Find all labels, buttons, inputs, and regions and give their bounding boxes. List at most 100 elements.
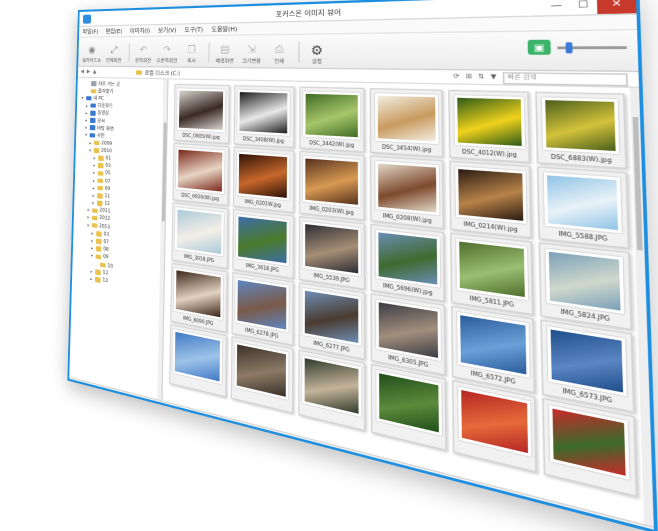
photo-thumbnail[interactable] <box>303 221 361 276</box>
close-button[interactable]: ✕ <box>597 0 637 14</box>
photo-thumbnail[interactable] <box>375 93 438 144</box>
minimize-button[interactable]: — <box>543 0 570 15</box>
thumbnail-item[interactable]: IMG_0201W.jpg <box>233 147 294 213</box>
thumbnail-item[interactable]: IMG_5588.JPG <box>537 166 629 249</box>
folder-icon <box>91 89 97 94</box>
photo-thumbnail[interactable] <box>303 91 360 139</box>
forward-icon[interactable]: ▶ <box>87 69 91 75</box>
toolbar-button[interactable]: ⎙인쇄 <box>266 44 292 65</box>
tree-item-label: 09 <box>105 186 111 192</box>
photo-thumbnail[interactable] <box>302 288 361 346</box>
menu-item[interactable]: 보기(V) <box>158 26 176 35</box>
photo-thumbnail[interactable] <box>458 387 531 457</box>
maximize-button[interactable]: ☐ <box>569 0 597 15</box>
thumbnail-item[interactable]: IMG_6572.JPG <box>451 306 535 394</box>
tree-item-label: 2010 <box>101 148 112 154</box>
thumbnail-item[interactable]: IMG_6090.JPG <box>170 263 227 333</box>
thumbnail-item[interactable]: DSC_6883(W).jpg <box>535 92 627 170</box>
photo-thumbnail[interactable] <box>375 161 439 216</box>
thumbnail-size-slider[interactable] <box>557 45 627 48</box>
rotate-right-icon: ↷ <box>162 45 172 56</box>
toolbar-button[interactable]: ⤢전체화면 <box>103 45 124 64</box>
thumbnail-item[interactable]: IMG_3018.JPG <box>171 202 228 269</box>
thumbnail-item[interactable] <box>542 398 637 498</box>
photo-thumbnail[interactable] <box>235 277 289 332</box>
thumbnail-item[interactable]: IMG_5696(W).jpg <box>371 224 446 302</box>
thumbnail-item[interactable]: DSC_0905(W).jpg <box>174 84 230 144</box>
photo-thumbnail[interactable] <box>302 355 361 417</box>
thumbnail-item[interactable]: IMG_0214(W).jpg <box>450 161 532 239</box>
back-icon[interactable]: ◀ <box>81 69 85 75</box>
thumbnail-item[interactable] <box>169 324 227 398</box>
photo-thumbnail[interactable] <box>174 268 223 320</box>
thumbnail-item[interactable]: IMG_6277.JPG <box>298 282 366 360</box>
thumbnail-item[interactable]: IMG_3618.JPG <box>232 209 294 279</box>
menu-item[interactable]: 도구(T) <box>184 25 203 34</box>
thumbnail-item[interactable] <box>371 364 447 451</box>
menu-item[interactable]: 도움말(H) <box>211 24 237 33</box>
menu-item[interactable]: 이미지(I) <box>130 26 151 35</box>
photo-thumbnail[interactable] <box>454 95 525 149</box>
thumbnail-item[interactable]: IMG_5824.JPG <box>539 242 632 330</box>
photo-thumbnail[interactable] <box>545 248 625 314</box>
photo-thumbnail[interactable] <box>237 90 290 136</box>
photo-thumbnail[interactable] <box>543 172 623 233</box>
toolbar-button[interactable]: ⇲크기변환 <box>239 44 264 65</box>
thumbnail-item[interactable]: DSC_3454(W).jpg <box>370 88 443 158</box>
thumbnail-item[interactable] <box>452 380 537 473</box>
grid-scroll-thumb[interactable] <box>633 117 643 251</box>
folder-icon <box>92 208 98 213</box>
menu-item[interactable]: 파일(F) <box>83 27 99 35</box>
thumbnail-item[interactable]: IMG_5811.JPG <box>451 233 534 316</box>
drive-icon <box>136 70 142 74</box>
toolbar-button[interactable]: ◉슬라이드쇼 <box>82 46 102 64</box>
photo-thumbnail[interactable] <box>548 405 630 480</box>
toolbar-button[interactable]: ❐복사 <box>180 45 203 65</box>
photo-thumbnail[interactable] <box>376 299 441 361</box>
photo-thumbnail[interactable] <box>455 166 526 224</box>
thumbnail-item[interactable]: DSC_4012(W).jpg <box>449 90 531 163</box>
tree-item-label: 03 <box>105 164 110 170</box>
thumbnail-item[interactable]: IMG_0203(W).jpg <box>299 151 366 221</box>
thumbnail-size-icon[interactable]: ▣ <box>528 40 551 55</box>
toolbar-button[interactable]: ⚙설정 <box>303 44 330 66</box>
thumbnail-item[interactable]: DSC_3408(W).jpg <box>233 85 294 148</box>
thumbnail-item[interactable] <box>298 349 366 431</box>
filter-icon[interactable]: ▼ <box>491 73 497 81</box>
thumbnail-item[interactable]: IMG_5539.JPG <box>298 216 365 290</box>
refresh-icon[interactable]: ⟳ <box>453 73 459 81</box>
toolbar-button[interactable]: ↶왼쪽회전 <box>132 45 154 64</box>
thumbnail-item[interactable] <box>231 336 293 414</box>
photo-thumbnail[interactable] <box>177 88 225 132</box>
photo-thumbnail[interactable] <box>235 342 289 400</box>
folder-icon <box>96 246 102 252</box>
photo-thumbnail[interactable] <box>237 151 290 200</box>
photo-thumbnail[interactable] <box>457 312 529 378</box>
photo-thumbnail[interactable] <box>173 329 223 384</box>
photo-thumbnail[interactable] <box>547 326 628 396</box>
photo-thumbnail[interactable] <box>376 370 441 436</box>
folder-tree: 자주 가는 곳즐겨찾기▾내 PC▸다운로드▸동영상▸문서▸바탕 화면▾사진▸20… <box>69 78 168 401</box>
photo-thumbnail[interactable] <box>176 147 225 194</box>
folder-icon <box>92 223 98 228</box>
toolbar-button[interactable]: ↷오른쪽회전 <box>156 45 179 64</box>
thumbnail-item[interactable]: DSC_3442(W).jpg <box>299 87 365 153</box>
photo-thumbnail[interactable] <box>376 230 440 288</box>
thumbnail-item[interactable]: IMG_6305.JPG <box>371 293 446 376</box>
menu-item[interactable]: 편집(E) <box>106 27 123 35</box>
sort-icon[interactable]: ⇅ <box>478 73 485 81</box>
thumbnail-item[interactable]: IMG_6573.JPG <box>541 319 635 413</box>
photo-thumbnail[interactable] <box>541 97 620 154</box>
thumbnail-item[interactable]: DSC_6926(W).jpg <box>172 143 228 206</box>
photo-thumbnail[interactable] <box>175 207 224 257</box>
up-icon[interactable]: ▲ <box>93 69 97 75</box>
photo-thumbnail[interactable] <box>236 214 289 266</box>
toolbar-button[interactable]: ▤배경화면 <box>213 45 237 65</box>
slider-knob[interactable] <box>566 42 573 53</box>
photo-thumbnail[interactable] <box>456 238 528 300</box>
search-input[interactable]: 빠른 검색 <box>503 71 628 85</box>
thumbnail-item[interactable]: IMG_6278.JPG <box>231 272 293 346</box>
view-mode-icon[interactable]: ⊞ <box>465 73 471 81</box>
photo-thumbnail[interactable] <box>303 156 361 208</box>
thumbnail-item[interactable]: IMG_0208(W).jpg <box>371 155 445 229</box>
